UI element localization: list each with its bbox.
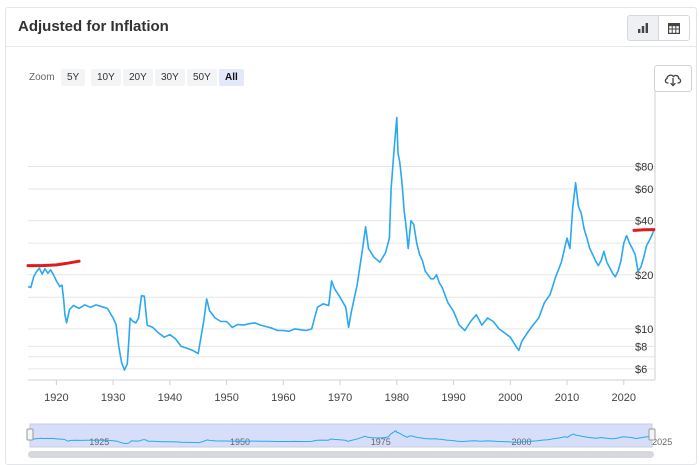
x-tick-label: 1970 <box>328 392 352 404</box>
navigator-label: 1950 <box>230 437 250 447</box>
x-tick-label: 1980 <box>385 392 409 404</box>
x-tick-label: 1940 <box>158 392 182 404</box>
x-tick-label: 1950 <box>214 392 238 404</box>
y-tick-label: $60 <box>635 184 653 196</box>
x-tick-label: 1930 <box>101 392 125 404</box>
y-tick-label: $6 <box>635 364 647 376</box>
x-tick-label: 1990 <box>441 392 465 404</box>
navigator[interactable]: 1925 1950 1975 2000 2025 <box>26 423 672 458</box>
y-tick-label: $8 <box>635 341 647 353</box>
x-tick-label: 2020 <box>612 392 636 404</box>
navigator-scrollbar[interactable] <box>28 451 654 458</box>
y-tick-label: $80 <box>635 162 653 174</box>
y-tick-label: $40 <box>635 216 653 228</box>
x-tick-label: 1920 <box>44 392 68 404</box>
navigator-label: 1925 <box>89 437 109 447</box>
navigator-left-handle[interactable] <box>26 428 34 441</box>
y-tick-label: $10 <box>635 324 653 336</box>
annotation-mark <box>26 259 81 268</box>
price-chart: 1920 1930 1940 1950 1960 1970 1980 1990 2000 2010… <box>26 90 672 458</box>
x-tick-label: 2010 <box>555 392 579 404</box>
navigator-label: 1975 <box>371 437 391 447</box>
x-tick-label: 1960 <box>271 392 295 404</box>
annotation-mark <box>632 228 656 232</box>
x-tick-label: 2000 <box>498 392 522 404</box>
navigator-right-handle[interactable] <box>648 428 656 441</box>
price-series-line <box>27 116 655 371</box>
